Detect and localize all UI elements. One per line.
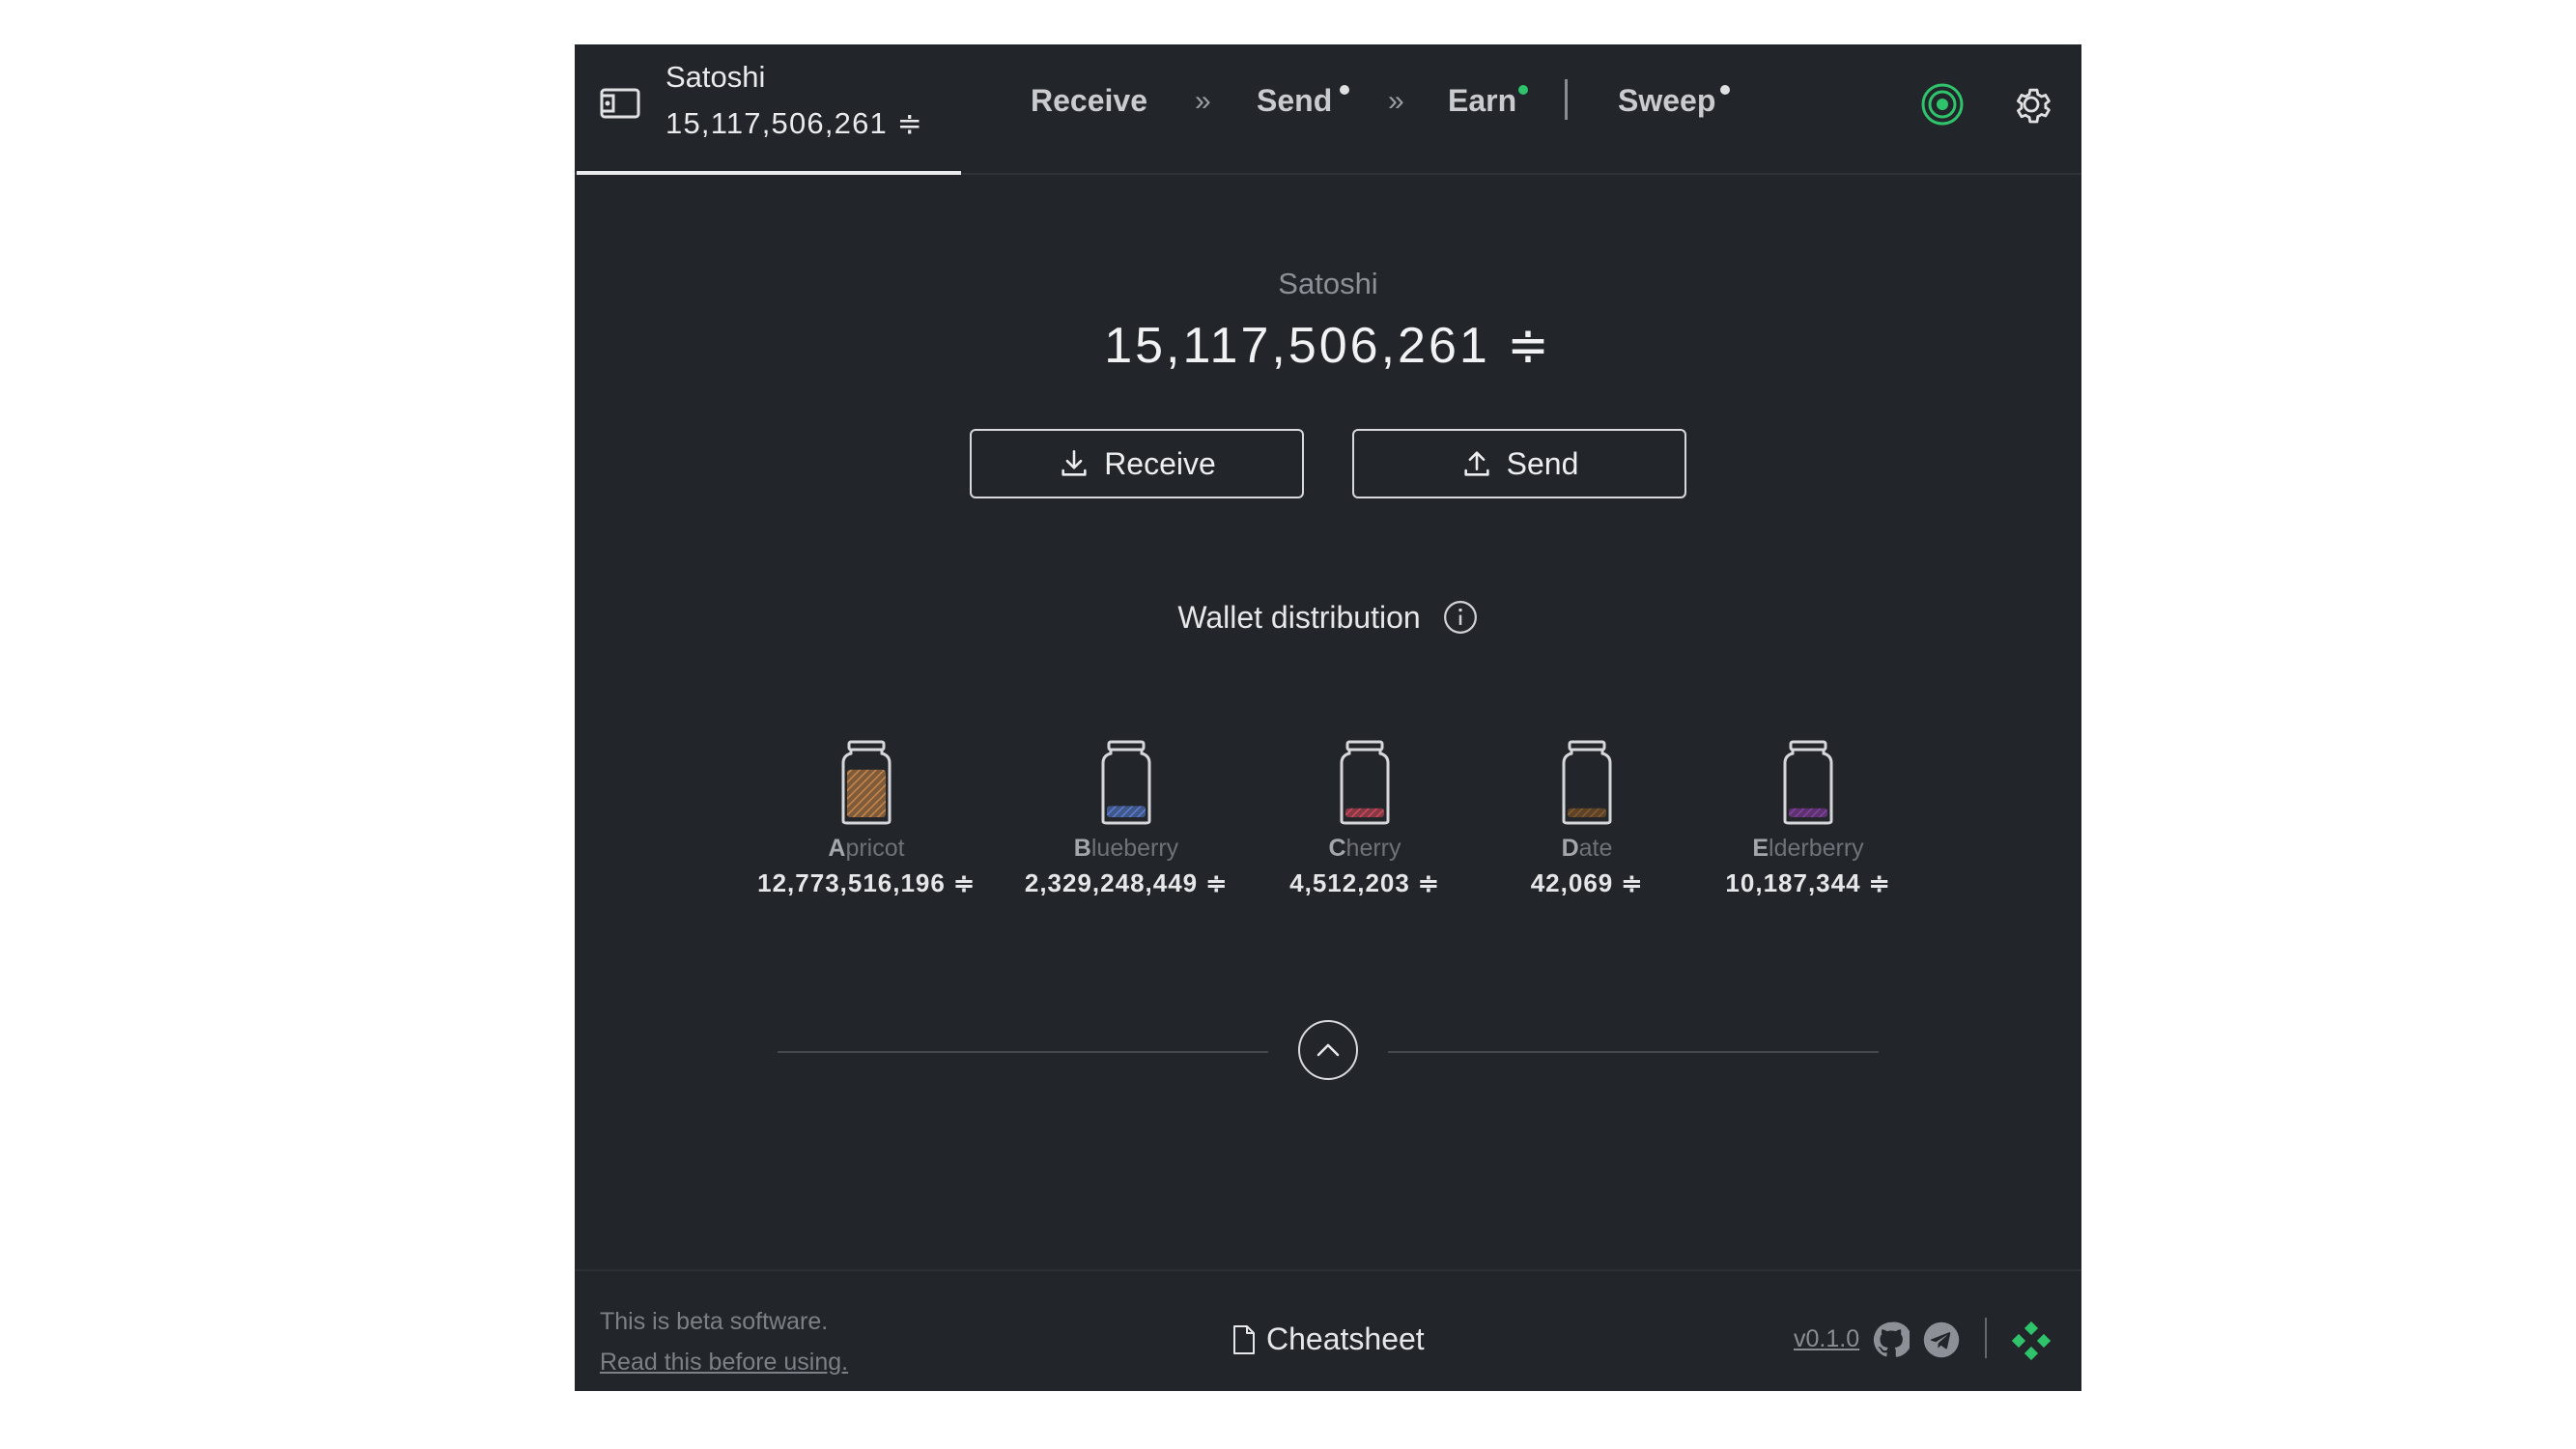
- download-icon: [1062, 449, 1087, 476]
- distribution-title: Wallet distribution: [1177, 599, 1421, 635]
- top-navigation-bar: Satoshi 15,117,506,261 ≑ Receive » Send …: [575, 44, 2081, 175]
- tor-status-icon[interactable]: [1919, 81, 1966, 128]
- app-window: Satoshi 15,117,506,261 ≑ Receive » Send …: [575, 44, 2081, 1391]
- jar-apricot[interactable]: Apricot 12,773,516,196 ≑: [750, 740, 982, 898]
- wallet-distribution-heading: Wallet distribution: [575, 599, 2081, 636]
- divider-line: [1388, 1051, 1879, 1053]
- jar-name: Cherry: [1328, 835, 1401, 862]
- nav-sweep[interactable]: Sweep: [1618, 83, 1715, 119]
- jar-balance: 2,329,248,449 ≑: [1024, 868, 1229, 897]
- jar-icon: [841, 740, 892, 825]
- beta-notice: This is beta software.: [600, 1308, 829, 1335]
- jar-blueberry[interactable]: Blueberry 2,329,248,449 ≑: [1010, 740, 1242, 898]
- earn-status-dot: [1518, 85, 1528, 95]
- footer: This is beta software. Read this before …: [575, 1269, 2081, 1391]
- send-notification-dot: [1340, 85, 1349, 95]
- jar-name: Blueberry: [1073, 835, 1179, 862]
- nav-menu: Receive » Send » Earn Sweep: [575, 79, 2081, 131]
- collapse-button[interactable]: [1298, 1020, 1358, 1080]
- cheatsheet-label: Cheatsheet: [1266, 1321, 1425, 1356]
- network-status-icon[interactable]: [2012, 1321, 2051, 1360]
- jar-icon: [1562, 740, 1612, 825]
- document-icon: [1233, 1324, 1255, 1354]
- read-before-using-link[interactable]: Read this before using.: [600, 1349, 848, 1377]
- nav-send[interactable]: Send: [1257, 83, 1332, 119]
- info-icon[interactable]: [1442, 599, 1479, 636]
- nav-separator: »: [1388, 85, 1404, 117]
- jar-balance: 4,512,203 ≑: [1289, 868, 1440, 897]
- upload-icon: [1464, 451, 1489, 476]
- send-button-label: Send: [1506, 445, 1579, 481]
- jar-cherry[interactable]: Cherry 4,512,203 ≑: [1249, 740, 1481, 898]
- nav-separator: »: [1195, 85, 1211, 117]
- nav-divider: [1565, 79, 1568, 120]
- send-button[interactable]: Send: [1352, 429, 1686, 498]
- receive-button[interactable]: Receive: [970, 429, 1304, 498]
- jar-icon: [1101, 740, 1151, 825]
- active-tab-indicator: [577, 171, 961, 175]
- divider-line: [778, 1051, 1268, 1053]
- jar-name: Apricot: [828, 835, 905, 862]
- telegram-icon[interactable]: [1923, 1321, 1960, 1358]
- jar-balance: 12,773,516,196 ≑: [757, 868, 976, 897]
- jar-icon: [1340, 740, 1390, 825]
- jar-date[interactable]: Date 42,069 ≑: [1471, 740, 1703, 898]
- nav-earn[interactable]: Earn: [1448, 83, 1516, 119]
- total-balance: 15,117,506,261 ≑: [1104, 318, 1552, 374]
- gear-icon[interactable]: [2008, 81, 2054, 128]
- footer-divider: [1985, 1318, 1987, 1358]
- version-link[interactable]: v0.1.0: [1794, 1325, 1859, 1353]
- jar-balance: 42,069 ≑: [1530, 868, 1644, 897]
- jar-name: Date: [1561, 835, 1613, 862]
- cheatsheet-link[interactable]: Cheatsheet: [1231, 1321, 1425, 1357]
- jar-elderberry[interactable]: Elderberry 10,187,344 ≑: [1692, 740, 1924, 898]
- sweep-notification-dot: [1720, 85, 1730, 95]
- nav-receive[interactable]: Receive: [1031, 83, 1147, 119]
- receive-button-label: Receive: [1104, 445, 1216, 481]
- wallet-title: Satoshi: [1278, 267, 1378, 300]
- chevron-up-icon: [1316, 1043, 1340, 1057]
- jar-balance: 10,187,344 ≑: [1725, 868, 1891, 897]
- jar-icon: [1783, 740, 1833, 825]
- github-icon[interactable]: [1873, 1321, 1910, 1358]
- jar-name: Elderberry: [1752, 835, 1864, 862]
